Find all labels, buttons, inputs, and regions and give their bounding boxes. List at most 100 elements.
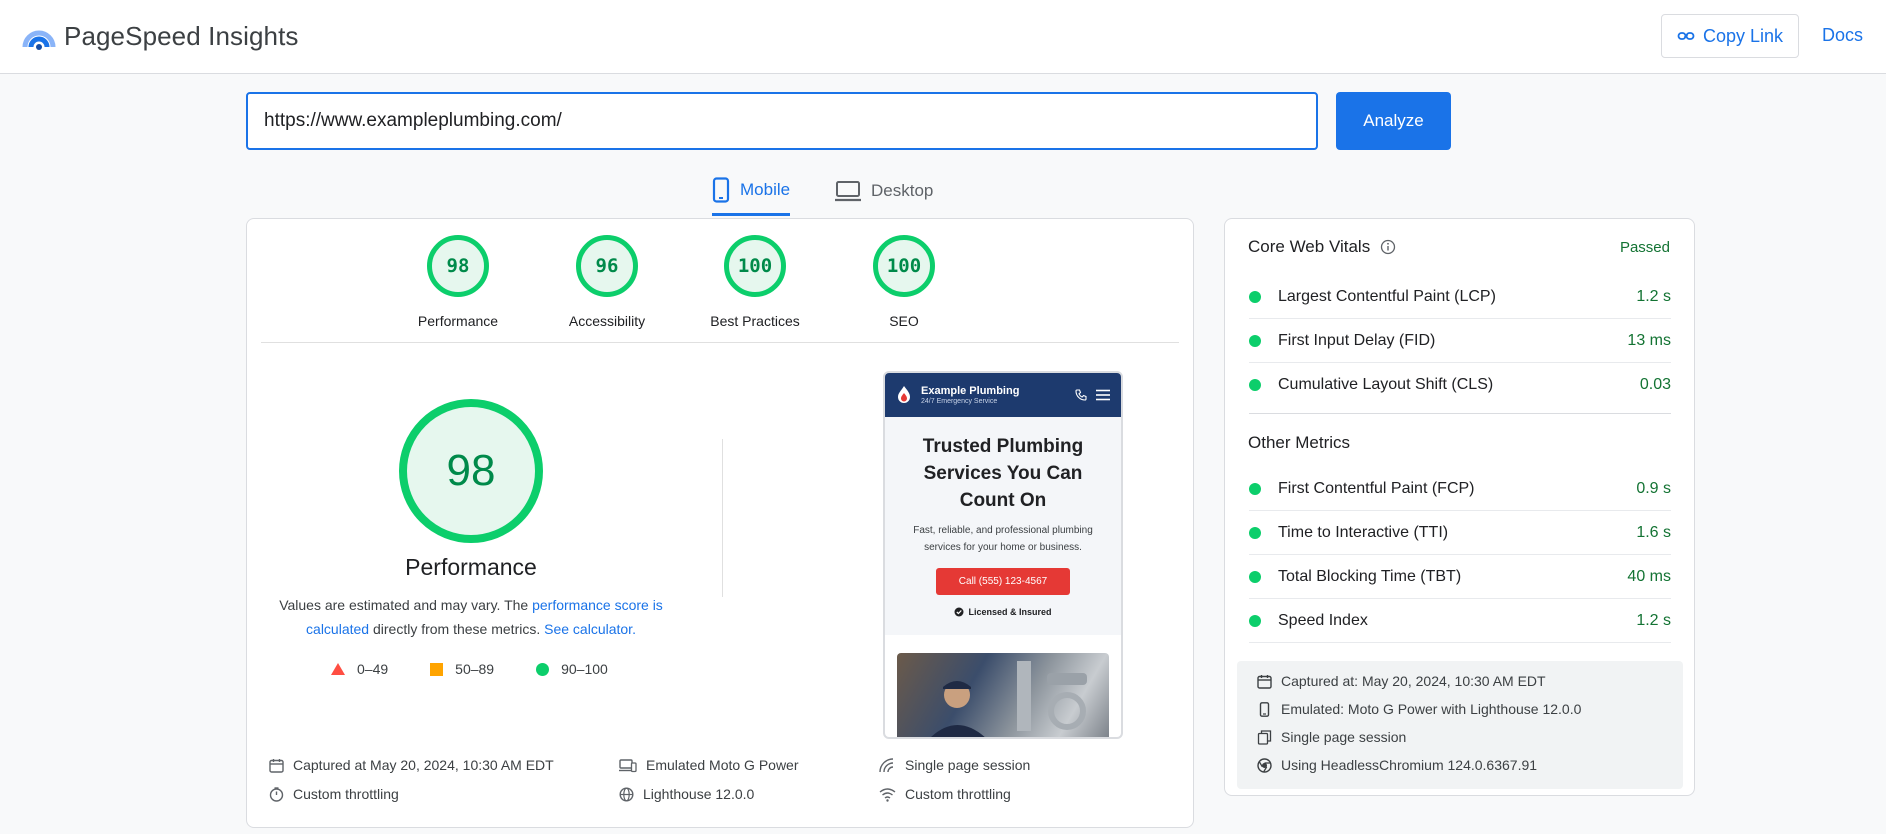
copy-link-label: Copy Link (1702, 25, 1784, 46)
calendar-icon (1257, 674, 1272, 689)
metric-value: 13 ms (1627, 331, 1671, 349)
good-dot-icon (1249, 570, 1261, 583)
info-icon[interactable] (1380, 239, 1396, 255)
network-signal-icon (879, 757, 896, 773)
core-web-vitals-heading: Core Web Vitals (1248, 237, 1396, 257)
env-browser: Using HeadlessChromium 124.0.6367.91 (1257, 757, 1537, 773)
triangle-icon (331, 663, 345, 675)
plumber-photo-image (897, 653, 1109, 737)
good-dot-icon (1249, 482, 1261, 495)
performance-score-gauge: 98 (399, 399, 543, 543)
run-info-session: Single page session (879, 757, 1030, 773)
tab-desktop[interactable]: Desktop (835, 172, 933, 216)
performance-title: Performance (405, 554, 537, 580)
score-gauge-best-practices[interactable]: 100 Best Practices (680, 235, 830, 329)
metric-row-lcp[interactable]: Largest Contentful Paint (LCP) 1.2 s (1249, 275, 1671, 319)
metric-row-speed-index[interactable]: Speed Index 1.2 s (1249, 599, 1671, 643)
globe-icon (619, 786, 634, 802)
preview-brand: Example Plumbing 24/7 Emergency Service (921, 385, 1067, 405)
tab-mobile-label: Mobile (740, 179, 791, 199)
score-gauge-seo[interactable]: 100 SEO (829, 235, 979, 329)
metric-value: 1.2 s (1636, 287, 1671, 305)
metric-name: Speed Index (1278, 611, 1368, 629)
good-dot-icon (1249, 290, 1261, 303)
preview-call-button: Call (555) 123-4567 (936, 568, 1070, 595)
docs-link[interactable]: Docs (1822, 25, 1863, 46)
env-text: Using HeadlessChromium 124.0.6367.91 (1281, 757, 1538, 773)
pagespeed-logo-icon[interactable] (22, 20, 56, 54)
top-header: PageSpeed Insights Copy Link Docs (0, 0, 1886, 74)
metric-value: 1.2 s (1636, 611, 1671, 629)
run-info-throttling: Custom throttling (269, 786, 399, 802)
score-gauge-accessibility[interactable]: 96 Accessibility (532, 235, 682, 329)
metric-value: 0.9 s (1636, 479, 1671, 497)
run-info-emulated: Emulated Moto G Power (619, 757, 799, 773)
vertical-divider (722, 439, 723, 597)
hamburger-menu-icon (1095, 389, 1111, 401)
good-dot-icon (1249, 526, 1261, 539)
metric-name: First Contentful Paint (FCP) (1278, 479, 1475, 497)
env-text: Emulated: Moto G Power with Lighthouse 1… (1281, 701, 1582, 717)
check-circle-icon (954, 607, 964, 617)
run-info-throttling-2: Custom throttling (879, 786, 1011, 802)
metric-value: 1.6 s (1636, 523, 1671, 541)
page-screenshot-preview[interactable]: Example Plumbing 24/7 Emergency Service … (883, 371, 1123, 739)
square-icon (430, 662, 444, 676)
preview-site-tagline: 24/7 Emergency Service (921, 398, 998, 405)
legend-item-good: 90–100 (536, 661, 608, 677)
preview-site-header: Example Plumbing 24/7 Emergency Service (885, 373, 1121, 417)
preview-licensed: Licensed & Insured (897, 607, 1109, 617)
note-text: Values are estimated and may vary. The (279, 597, 533, 613)
preview-site-name: Example Plumbing (921, 385, 1020, 397)
good-dot-icon (1249, 379, 1261, 391)
metric-row-tbt[interactable]: Total Blocking Time (TBT) 40 ms (1249, 555, 1671, 599)
metric-name: First Input Delay (FID) (1278, 331, 1436, 349)
environment-info-box: Captured at: May 20, 2024, 10:30 AM EDT … (1237, 661, 1683, 789)
score-gauge-performance[interactable]: 98 Performance (383, 235, 533, 329)
divider (1249, 413, 1671, 414)
mobile-phone-icon (712, 176, 730, 203)
analyze-button[interactable]: Analyze (1336, 92, 1451, 150)
run-info-text: Emulated Moto G Power (646, 757, 799, 773)
score-ring: 100 (873, 235, 935, 297)
desktop-monitor-icon (835, 180, 861, 202)
metric-row-tti[interactable]: Time to Interactive (TTI) 1.6 s (1249, 511, 1671, 555)
legend-range: 0–49 (357, 661, 389, 677)
core-web-vitals-card: Core Web Vitals Passed Largest Contentfu… (1224, 218, 1695, 796)
env-text: Captured at: May 20, 2024, 10:30 AM EDT (1281, 673, 1546, 689)
metric-name: Time to Interactive (TTI) (1278, 523, 1449, 541)
score-ring: 98 (427, 235, 489, 297)
see-calculator-link[interactable]: See calculator. (544, 621, 636, 637)
run-info-text: Captured at May 20, 2024, 10:30 AM EDT (293, 757, 554, 773)
run-info-text: Custom throttling (905, 786, 1011, 802)
env-captured: Captured at: May 20, 2024, 10:30 AM EDT (1257, 673, 1546, 689)
metric-row-fid[interactable]: First Input Delay (FID) 13 ms (1249, 319, 1671, 363)
metric-value: 40 ms (1627, 567, 1671, 585)
run-info-lighthouse: Lighthouse 12.0.0 (619, 786, 754, 802)
run-info-captured: Captured at May 20, 2024, 10:30 AM EDT (269, 757, 554, 773)
good-dot-icon (1249, 614, 1261, 627)
metric-row-fcp[interactable]: First Contentful Paint (FCP) 0.9 s (1249, 467, 1671, 511)
tab-desktop-label: Desktop (871, 181, 934, 200)
tab-mobile[interactable]: Mobile (712, 172, 791, 216)
score-label: SEO (889, 313, 919, 329)
run-info-text: Single page session (905, 757, 1031, 773)
score-legend: 0–49 50–89 90–100 (331, 661, 608, 677)
pages-icon (1257, 729, 1272, 745)
note-text: directly from these metrics. (369, 621, 545, 637)
run-info-text: Custom throttling (293, 786, 399, 802)
copy-link-button[interactable]: Copy Link (1661, 14, 1799, 58)
phone-call-icon (1075, 389, 1087, 401)
brand-title[interactable]: PageSpeed Insights (64, 21, 299, 52)
metric-name: Cumulative Layout Shift (CLS) (1278, 376, 1494, 393)
cwv-status-badge: Passed (1619, 239, 1670, 256)
other-metrics-heading: Other Metrics (1248, 433, 1351, 452)
legend-range: 90–100 (561, 661, 608, 677)
metric-row-cls[interactable]: Cumulative Layout Shift (CLS) 0.03 (1249, 363, 1671, 407)
preview-hero: Trusted Plumbing Services You Can Count … (885, 417, 1121, 635)
preview-licensed-label: Licensed & Insured (968, 607, 1052, 617)
metric-name: Total Blocking Time (TBT) (1278, 567, 1462, 585)
url-input[interactable] (246, 92, 1318, 150)
circle-icon (536, 662, 550, 676)
run-info-text: Lighthouse 12.0.0 (643, 786, 755, 802)
